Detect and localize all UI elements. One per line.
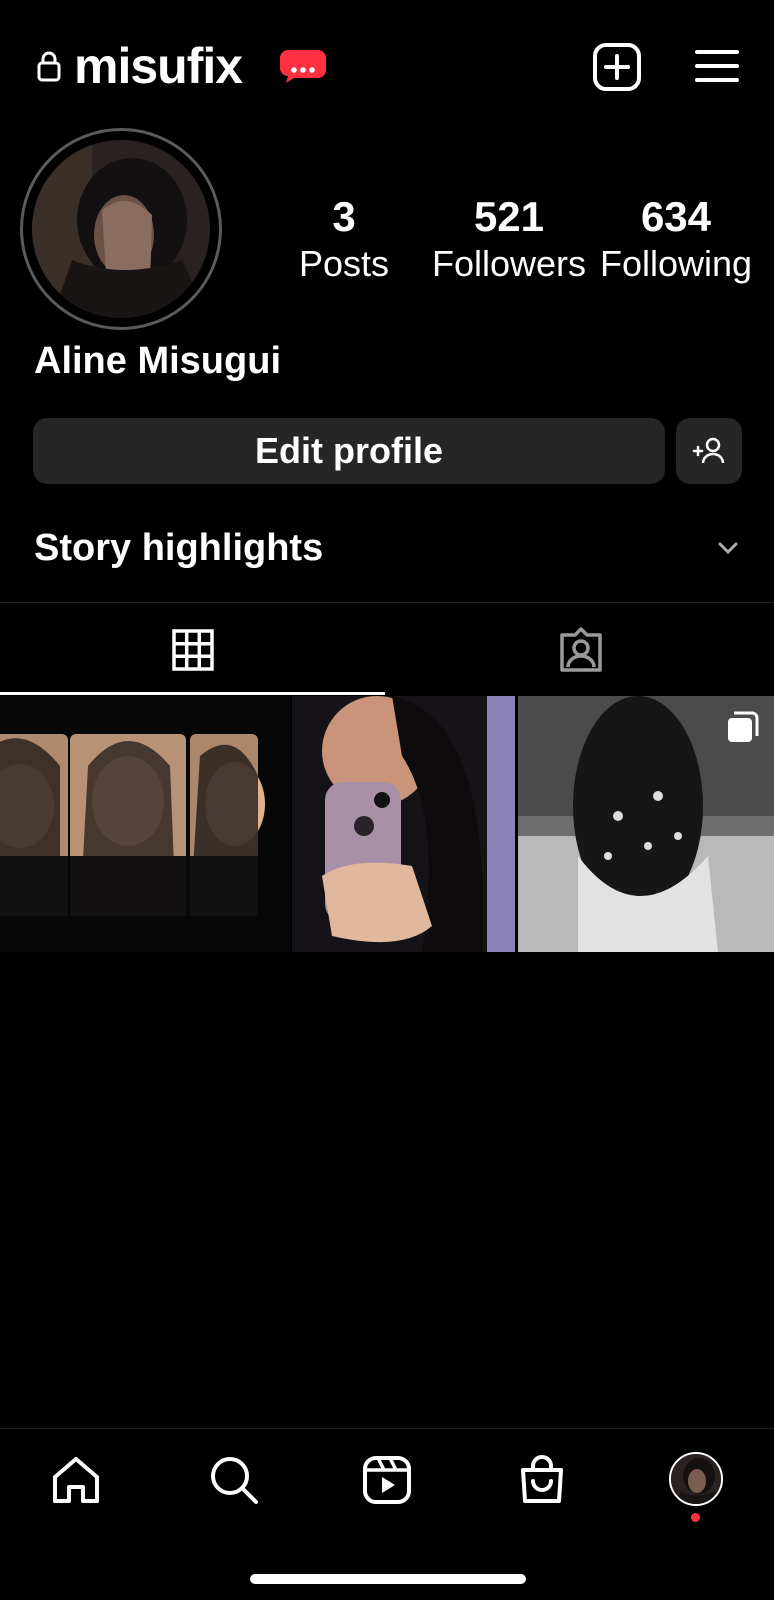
followers-stat[interactable]: 521 Followers [428, 192, 590, 286]
chevron-down-icon[interactable] [716, 540, 740, 556]
notification-dot [691, 1513, 700, 1522]
profile-full-name: Aline Misugui [34, 340, 281, 382]
search-icon [211, 1457, 258, 1504]
nav-reels[interactable] [359, 1452, 415, 1508]
tagged-person-icon [559, 627, 602, 672]
posts-stat[interactable]: 3 Posts [282, 192, 406, 286]
shop-bag-icon [521, 1455, 563, 1503]
section-divider [0, 602, 774, 603]
create-post-icon[interactable] [592, 42, 642, 92]
home-indicator-bar[interactable] [250, 1574, 526, 1584]
selected-tab-indicator [0, 692, 385, 695]
followers-count: 521 [473, 193, 545, 240]
profile-avatar-icon [671, 1454, 721, 1504]
followers-label: Followers [431, 243, 587, 284]
posts-label: Posts [298, 243, 390, 284]
nav-divider [0, 1428, 774, 1429]
add-person-icon [692, 437, 725, 464]
reels-icon [363, 1456, 411, 1504]
post-thumbnail[interactable] [518, 696, 774, 952]
nav-home[interactable] [48, 1452, 104, 1508]
avatar-photo [32, 140, 210, 318]
following-count: 634 [640, 193, 712, 240]
nav-search[interactable] [206, 1452, 262, 1508]
following-label: Following [599, 243, 753, 284]
following-stat[interactable]: 634 Following [596, 192, 756, 286]
post-photo-mirror-selfie [292, 696, 515, 952]
post-thumbnail[interactable] [292, 696, 515, 952]
home-icon [53, 1457, 99, 1503]
edit-profile-button[interactable]: Edit profile [33, 418, 665, 484]
grid-icon [171, 629, 214, 671]
profile-username[interactable]: misufix [74, 36, 243, 96]
post-thumbnail[interactable] [0, 696, 290, 952]
story-highlights-label[interactable]: Story highlights [34, 522, 323, 574]
profile-avatar[interactable] [32, 140, 210, 318]
tab-posts-grid[interactable] [0, 606, 385, 694]
post-photo-strip [0, 696, 290, 952]
tab-tagged[interactable] [387, 606, 774, 694]
nav-profile-avatar[interactable] [669, 1452, 723, 1506]
multiple-photos-icon [728, 711, 759, 742]
nav-shop[interactable] [514, 1452, 570, 1508]
lock-icon [37, 51, 61, 82]
hamburger-menu-icon[interactable] [694, 46, 740, 86]
discover-people-button[interactable] [676, 418, 742, 484]
posts-count: 3 [332, 193, 356, 240]
notification-badge-icon[interactable] [280, 48, 326, 84]
